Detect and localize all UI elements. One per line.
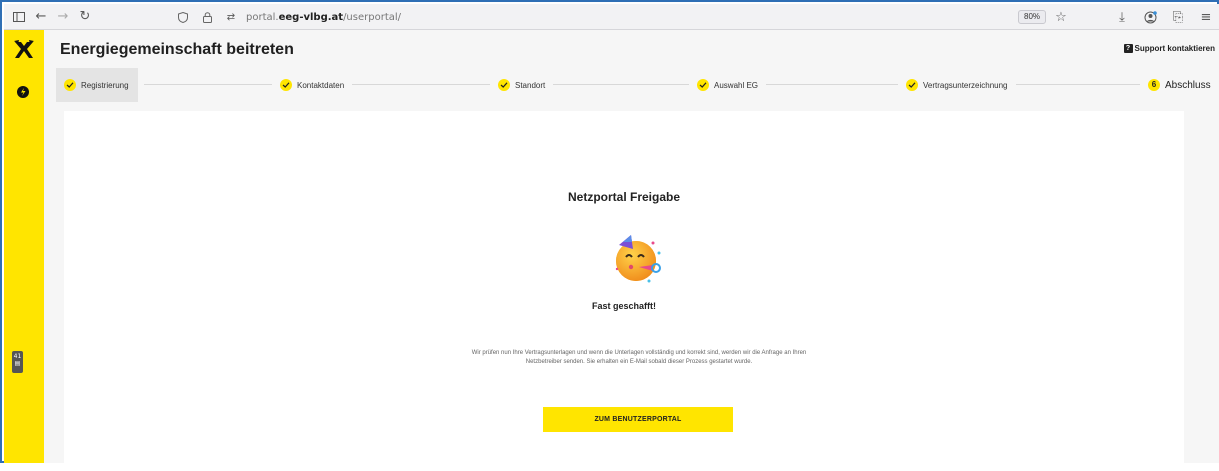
- app-sidebar: 41 ▤: [4, 30, 44, 463]
- page-title: Energiegemeinschaft beitreten: [60, 41, 294, 58]
- progress-stepper: Registrierung Kontaktdaten Standort Ausw…: [54, 68, 1219, 102]
- check-icon: [498, 79, 510, 91]
- permissions-icon[interactable]: ⇄: [222, 8, 240, 26]
- confirmation-card: Netzportal Freigabe Fast geschafft! Wir …: [64, 111, 1184, 471]
- arrow-left-icon[interactable]: ←: [32, 8, 50, 26]
- support-label: Support kontaktieren: [1134, 44, 1215, 53]
- check-icon: [697, 79, 709, 91]
- party-face-emoji-icon: [615, 235, 661, 283]
- bookmark-star-icon[interactable]: ☆: [1052, 8, 1070, 26]
- notification-badge[interactable]: 41 ▤: [12, 351, 23, 373]
- step-label: Vertragsunterzeichnung: [923, 80, 1008, 90]
- support-contact-link[interactable]: ? Support kontaktieren: [1123, 44, 1215, 53]
- account-icon[interactable]: [1141, 8, 1159, 26]
- help-icon: ?: [1123, 44, 1133, 53]
- card-description: Wir prüfen nun Ihre Vertragsunterlagen u…: [471, 350, 807, 365]
- step-registrierung[interactable]: Registrierung: [56, 68, 138, 102]
- lock-icon[interactable]: [198, 8, 216, 26]
- reload-icon[interactable]: ↻: [76, 8, 94, 26]
- sidebar-toggle-icon[interactable]: [10, 8, 28, 26]
- download-icon[interactable]: ⤓: [1113, 8, 1131, 26]
- step-label: Registrierung: [81, 80, 129, 90]
- brand-logo-icon[interactable]: [12, 38, 36, 62]
- main-content: Energiegemeinschaft beitreten ? Support …: [44, 30, 1219, 471]
- menu-icon[interactable]: ≡: [1197, 8, 1215, 26]
- step-auswahl-eg[interactable]: Auswahl EG: [689, 68, 767, 102]
- step-label: Abschluss: [1165, 79, 1211, 91]
- browser-window: ← → ↻ ⇄ portal.eeg-vlbg.at/userportal/ 8…: [0, 0, 1219, 471]
- shield-icon[interactable]: [174, 8, 192, 26]
- step-label: Kontaktdaten: [297, 80, 345, 90]
- arrow-right-icon[interactable]: →: [54, 8, 72, 26]
- card-title: Netzportal Freigabe: [567, 190, 681, 204]
- energy-community-icon[interactable]: [16, 85, 30, 99]
- check-icon: [906, 79, 918, 91]
- go-to-user-portal-button[interactable]: ZUM BENUTZERPORTAL: [543, 407, 733, 432]
- step-label: Standort: [515, 80, 546, 90]
- check-icon: [280, 79, 292, 91]
- zoom-indicator[interactable]: 80%: [1018, 10, 1047, 24]
- check-icon: [64, 79, 76, 91]
- url-text[interactable]: portal.eeg-vlbg.at/userportal/: [246, 12, 401, 23]
- step-kontaktdaten[interactable]: Kontaktdaten: [272, 68, 353, 102]
- step-abschluss[interactable]: 6 Abschluss: [1140, 68, 1219, 102]
- browser-toolbar: ← → ↻ ⇄ portal.eeg-vlbg.at/userportal/ 8…: [4, 4, 1219, 30]
- extensions-icon[interactable]: ⎘: [1169, 8, 1187, 26]
- step-standort[interactable]: Standort: [490, 68, 554, 102]
- step-label: Auswahl EG: [714, 80, 759, 90]
- step-vertragsunterzeichnung[interactable]: Vertragsunterzeichnung: [898, 68, 1016, 102]
- url-bar[interactable]: ⇄ portal.eeg-vlbg.at/userportal/: [174, 8, 1074, 26]
- card-subtitle: Fast geschafft!: [591, 301, 656, 311]
- step-number: 6: [1148, 79, 1160, 91]
